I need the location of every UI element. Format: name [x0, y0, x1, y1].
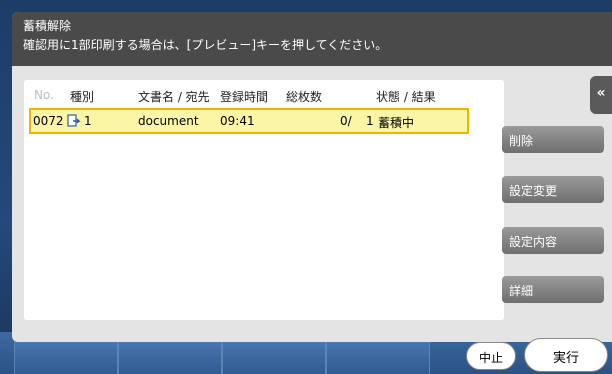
- change-settings-button[interactable]: 設定変更: [502, 176, 604, 203]
- stop-button[interactable]: 中止: [466, 342, 516, 370]
- background-tab: [326, 340, 430, 374]
- details-button[interactable]: 詳細: [502, 276, 604, 303]
- dialog-title: 蓄積解除: [23, 19, 72, 33]
- background-tab: [222, 340, 326, 374]
- column-name: 文書名 / 宛先: [138, 90, 210, 104]
- job-copies: 1: [84, 114, 92, 128]
- background-tab: [14, 340, 118, 374]
- job-status: 蓄積中: [378, 116, 415, 130]
- job-name: document: [138, 114, 199, 128]
- column-time: 登録時間: [220, 90, 269, 104]
- job-pages: 0/: [340, 114, 352, 128]
- column-type: 種別: [70, 90, 95, 104]
- double-chevron-left-icon: «: [596, 85, 606, 101]
- dialog-message: 確認用に1部印刷する場合は、[プレビュー]キーを押してください。: [23, 38, 388, 52]
- column-total: 総枚数: [286, 90, 323, 104]
- job-time: 09:41: [220, 114, 255, 128]
- job-no: 0072: [33, 114, 64, 128]
- job-sets: 1: [366, 114, 374, 128]
- execute-button[interactable]: 実行: [524, 338, 608, 372]
- column-status: 状態 / 結果: [376, 90, 436, 104]
- delete-button[interactable]: 削除: [502, 126, 604, 153]
- background-tab: [118, 340, 222, 374]
- column-no: No.: [34, 88, 54, 102]
- settings-detail-button[interactable]: 設定内容: [502, 227, 604, 254]
- collapse-panel-button[interactable]: «: [590, 76, 612, 114]
- document-icon: [67, 114, 81, 127]
